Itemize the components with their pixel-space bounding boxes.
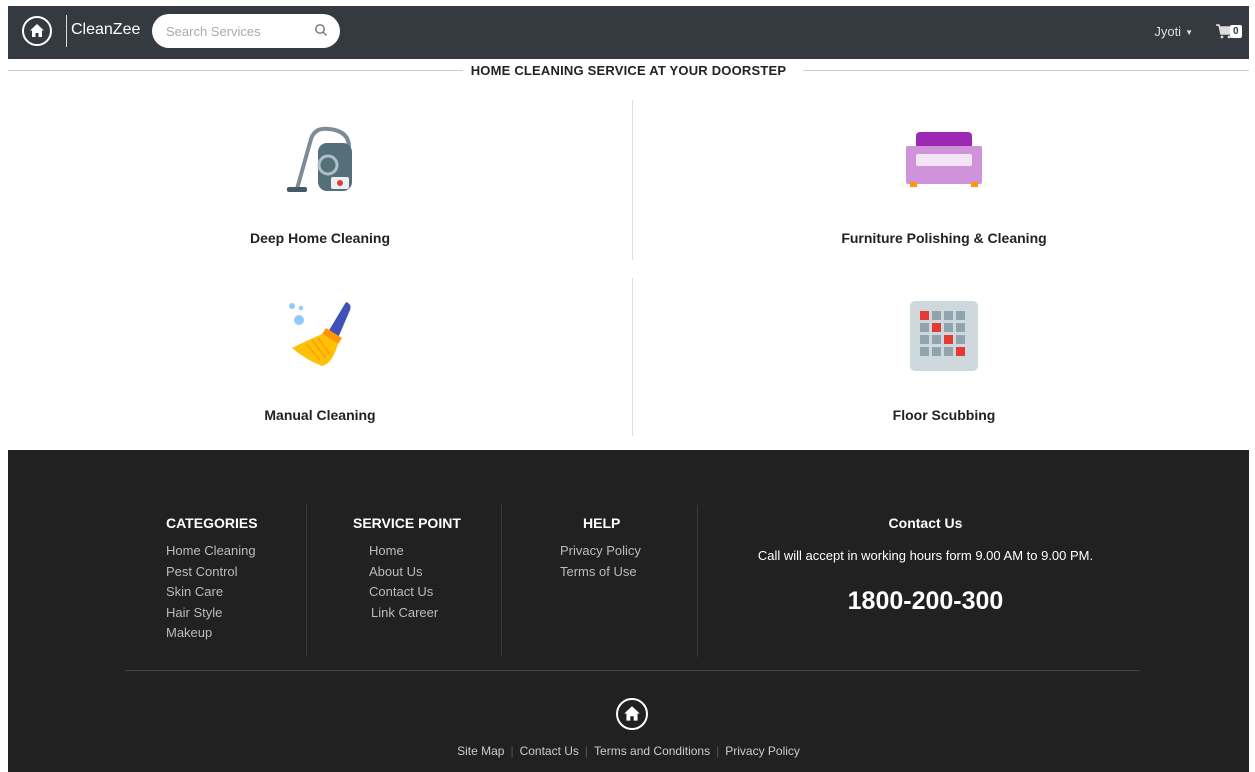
footer-heading: CATEGORIES — [166, 515, 258, 531]
section-heading: HOME CLEANING SERVICE AT YOUR DOORSTEP — [8, 60, 1249, 82]
service-card-deep-cleaning[interactable]: Deep Home Cleaning — [10, 100, 630, 260]
broom-icon — [289, 302, 351, 366]
vacuum-cleaner-icon — [287, 126, 352, 192]
footer-heading: SERVICE POINT — [353, 515, 461, 531]
footer-link[interactable]: Skin Care — [166, 582, 258, 603]
contact-hours: Call will accept in working hours form 9… — [757, 548, 1094, 563]
service-label: Furniture Polishing & Cleaning — [841, 230, 1047, 246]
footer-bottom-link[interactable]: Site Map — [451, 744, 510, 758]
service-divider-bottom — [632, 278, 633, 436]
footer-bottom-link[interactable]: Terms and Conditions — [588, 744, 716, 758]
caret-down-icon: ▼ — [1185, 28, 1193, 38]
footer-link[interactable]: Makeup — [166, 623, 258, 644]
footer-link[interactable]: Pest Control — [166, 562, 258, 583]
floor-tiles-icon — [910, 301, 978, 371]
service-card-floor-scrubbing[interactable]: Floor Scubbing — [634, 278, 1254, 436]
footer-service-point: SERVICE POINT Home About Us Contact Us L… — [353, 515, 461, 623]
footer-link[interactable]: Link Career — [353, 603, 461, 624]
page-title: HOME CLEANING SERVICE AT YOUR DOORSTEP — [462, 63, 795, 78]
service-card-manual-cleaning[interactable]: Manual Cleaning — [10, 278, 630, 436]
user-menu[interactable]: Jyoti ▼ — [1154, 24, 1193, 39]
contact-title: Contact Us — [888, 515, 963, 531]
user-name: Jyoti — [1154, 24, 1182, 39]
service-label: Floor Scubbing — [892, 407, 996, 423]
footer-categories: CATEGORIES Home Cleaning Pest Control Sk… — [166, 515, 258, 644]
brand-divider — [66, 15, 67, 47]
footer-link[interactable]: Home Cleaning — [166, 541, 258, 562]
search-input[interactable] — [166, 22, 306, 40]
contact-phone[interactable]: 1800-200-300 — [698, 587, 1153, 616]
footer-divider — [125, 670, 1140, 671]
top-navbar: CleanZee Jyoti▼ 0 — [8, 6, 1249, 59]
footer-bottom-link[interactable]: Privacy Policy — [719, 744, 806, 758]
search-box — [152, 14, 340, 48]
footer-separator — [501, 505, 502, 657]
footer-link[interactable]: Hair Style — [166, 603, 258, 624]
footer-link[interactable]: Terms of Use — [560, 562, 641, 583]
service-divider-top — [632, 100, 633, 260]
home-logo-icon[interactable] — [22, 16, 52, 46]
footer-help: HELP Privacy Policy Terms of Use — [560, 515, 641, 582]
service-label: Deep Home Cleaning — [249, 230, 391, 246]
service-label: Manual Cleaning — [264, 407, 376, 423]
brand-name[interactable]: CleanZee — [71, 21, 140, 39]
footer-bottom-link[interactable]: Contact Us — [514, 744, 585, 758]
search-icon[interactable] — [314, 23, 328, 42]
footer-home-logo-icon[interactable] — [616, 698, 648, 730]
cart-button[interactable]: 0 — [1215, 23, 1242, 44]
footer-heading: HELP — [583, 515, 621, 531]
footer-link[interactable]: About Us — [353, 562, 461, 583]
footer-separator — [306, 505, 307, 657]
sofa-icon — [906, 132, 982, 187]
service-card-furniture[interactable]: Furniture Polishing & Cleaning — [634, 100, 1254, 260]
footer: CATEGORIES Home Cleaning Pest Control Sk… — [8, 450, 1249, 772]
footer-link[interactable]: Home — [353, 541, 461, 562]
cart-count-badge: 0 — [1230, 25, 1242, 38]
footer-link[interactable]: Privacy Policy — [560, 541, 641, 562]
footer-bottom-links: Site Map | Contact Us | Terms and Conditions… — [8, 744, 1249, 758]
footer-link[interactable]: Contact Us — [353, 582, 461, 603]
